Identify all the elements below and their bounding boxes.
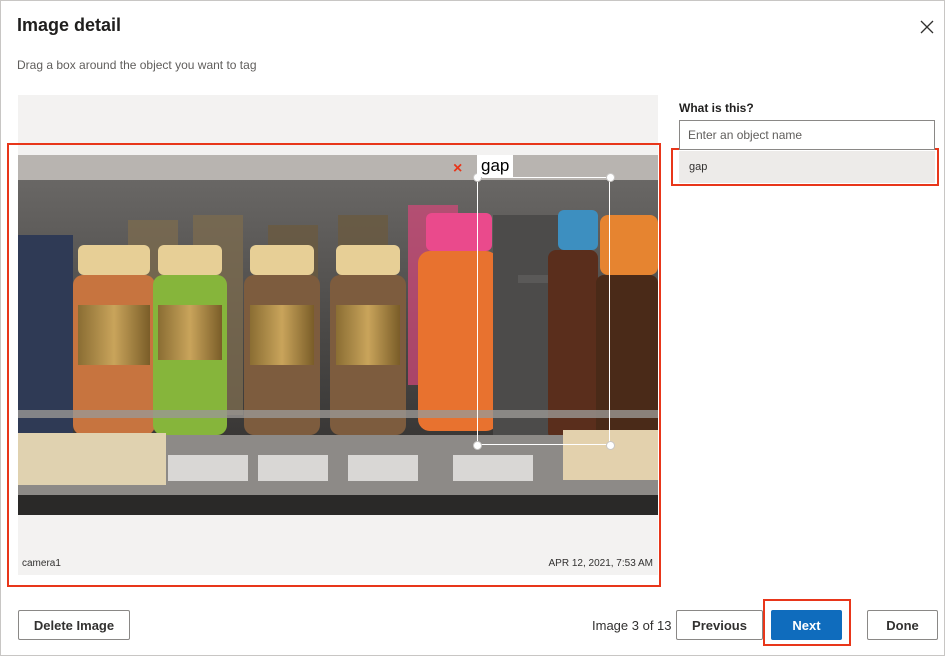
tag-bounding-box[interactable]	[477, 177, 610, 445]
object-question-label: What is this?	[679, 101, 754, 115]
image-pager: Image 3 of 13	[592, 618, 672, 633]
image-detail-dialog: Image detail Drag a box around the objec…	[0, 0, 945, 656]
shelf-photo[interactable]: gap ×	[18, 155, 658, 515]
close-button[interactable]	[915, 15, 939, 39]
previous-button[interactable]: Previous	[676, 610, 763, 640]
dialog-subtitle: Drag a box around the object you want to…	[17, 58, 257, 72]
resize-handle-bottom-left[interactable]	[473, 441, 482, 450]
resize-handle-top-right[interactable]	[606, 173, 615, 182]
suggestion-item-gap[interactable]: gap	[679, 151, 935, 183]
done-button[interactable]: Done	[867, 610, 938, 640]
dialog-title: Image detail	[17, 15, 122, 35]
tag-label: gap	[477, 155, 514, 177]
camera-label: camera1	[22, 558, 61, 569]
delete-image-button[interactable]: Delete Image	[18, 610, 130, 640]
remove-tag-icon[interactable]: ×	[453, 161, 462, 177]
close-icon	[920, 20, 934, 34]
resize-handle-bottom-right[interactable]	[606, 441, 615, 450]
object-name-input[interactable]	[679, 120, 935, 150]
capture-timestamp: APR 12, 2021, 7:53 AM	[548, 558, 653, 569]
image-canvas[interactable]: gap × camera1 APR 12, 2021, 7:53 AM	[18, 95, 658, 575]
next-button[interactable]: Next	[771, 610, 842, 640]
